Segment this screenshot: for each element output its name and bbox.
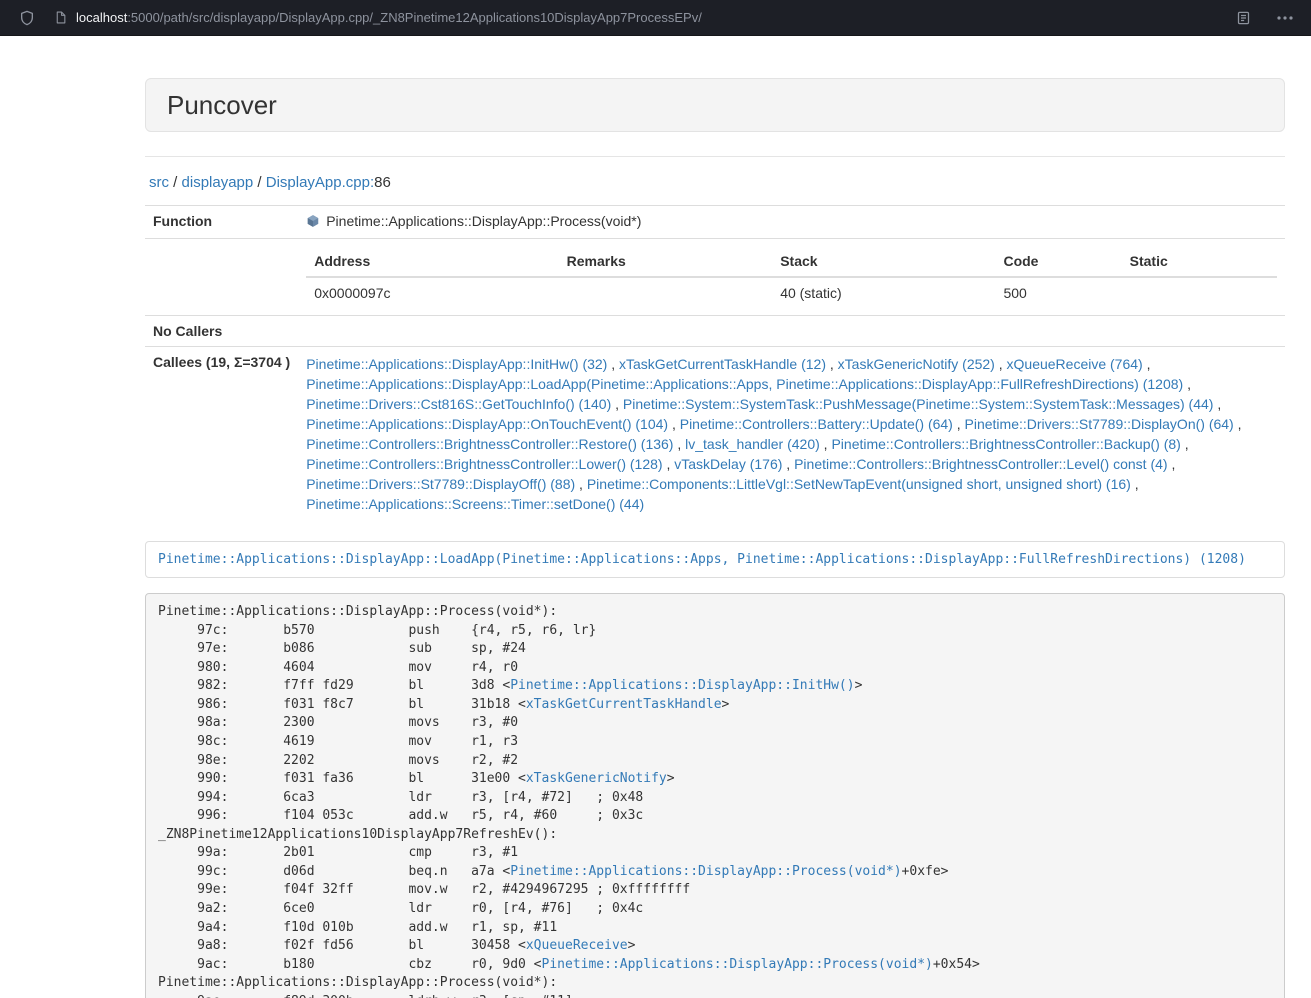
- stats-value: [559, 277, 773, 308]
- breadcrumb-separator: /: [253, 174, 266, 191]
- callee-link[interactable]: Pinetime::Drivers::Cst816S::GetTouchInfo…: [306, 396, 611, 412]
- callee-separator: ,: [1183, 376, 1191, 392]
- callee-separator: ,: [1181, 436, 1189, 452]
- function-name: Pinetime::Applications::DisplayApp::Proc…: [326, 213, 641, 229]
- breadcrumb: src / displayapp / DisplayApp.cpp:86: [149, 173, 1281, 193]
- stats-header: Static: [1122, 246, 1277, 277]
- stats-table: AddressRemarksStackCodeStatic 0x0000097c…: [306, 246, 1277, 308]
- url-host: localhost: [76, 10, 127, 25]
- stats-value: 500: [995, 277, 1121, 308]
- breadcrumb-separator: /: [169, 174, 182, 191]
- callee-separator: ,: [953, 416, 965, 432]
- url-bar[interactable]: localhost:5000/path/src/displayapp/Displ…: [76, 10, 702, 25]
- callee-separator: ,: [1213, 396, 1221, 412]
- callee-link[interactable]: Pinetime::Controllers::BrightnessControl…: [794, 456, 1167, 472]
- no-callers-label: No Callers: [145, 316, 298, 347]
- stats-value: 0x0000097c: [306, 277, 558, 308]
- breadcrumb-link[interactable]: displayapp: [182, 174, 254, 191]
- callee-link[interactable]: Pinetime::Drivers::St7789::DisplayOff() …: [306, 476, 575, 492]
- stats-value: 40 (static): [772, 277, 995, 308]
- callees-list: Pinetime::Applications::DisplayApp::Init…: [298, 347, 1285, 522]
- code-symbol-link[interactable]: Pinetime::Applications::DisplayApp::Proc…: [510, 864, 901, 879]
- callee-separator: ,: [782, 456, 794, 472]
- callee-link[interactable]: Pinetime::Controllers::BrightnessControl…: [306, 456, 662, 472]
- callee-separator: ,: [820, 436, 832, 452]
- callee-link[interactable]: Pinetime::Controllers::Battery::Update()…: [680, 416, 953, 432]
- shield-icon[interactable]: [14, 5, 40, 31]
- callees-label: Callees (19, Σ=3704 ): [145, 347, 298, 522]
- stats-header: Remarks: [559, 246, 773, 277]
- callee-separator: ,: [611, 396, 623, 412]
- code-symbol-link[interactable]: xTaskGenericNotify: [526, 771, 667, 786]
- callee-link[interactable]: Pinetime::System::SystemTask::PushMessag…: [623, 396, 1214, 412]
- disassembly-code: Pinetime::Applications::DisplayApp::Proc…: [145, 593, 1285, 998]
- page-title: Puncover: [167, 92, 1263, 118]
- callee-link[interactable]: xTaskGetCurrentTaskHandle (12): [619, 356, 826, 372]
- callee-link[interactable]: lv_task_handler (420): [685, 436, 820, 452]
- stats-header: Address: [306, 246, 558, 277]
- highlight-panel: Pinetime::Applications::DisplayApp::Load…: [145, 541, 1285, 578]
- callee-link[interactable]: Pinetime::Controllers::BrightnessControl…: [306, 436, 673, 452]
- callee-link[interactable]: Pinetime::Components::LittleVgl::SetNewT…: [587, 476, 1131, 492]
- function-row: Function Pinetime::Applications::Display…: [145, 206, 1285, 239]
- callee-separator: ,: [575, 476, 587, 492]
- callee-separator: ,: [1131, 476, 1139, 492]
- callee-link[interactable]: Pinetime::Drivers::St7789::DisplayOn() (…: [965, 416, 1234, 432]
- page-info-icon[interactable]: [54, 10, 67, 25]
- callee-separator: ,: [673, 436, 685, 452]
- callee-separator: ,: [663, 456, 675, 472]
- callee-link[interactable]: xTaskGenericNotify (252): [838, 356, 995, 372]
- callee-separator: ,: [668, 416, 680, 432]
- reader-mode-icon[interactable]: [1236, 10, 1251, 26]
- callee-link[interactable]: Pinetime::Applications::Screens::Timer::…: [306, 496, 644, 512]
- main-content: Puncover src / displayapp / DisplayApp.c…: [145, 36, 1285, 998]
- code-symbol-link[interactable]: xTaskGetCurrentTaskHandle: [526, 697, 722, 712]
- callee-link[interactable]: Pinetime::Controllers::BrightnessControl…: [831, 436, 1180, 452]
- callee-link[interactable]: Pinetime::Applications::DisplayApp::Init…: [306, 356, 607, 372]
- stats-header: Stack: [772, 246, 995, 277]
- browser-chrome: localhost:5000/path/src/displayapp/Displ…: [0, 0, 1311, 36]
- no-callers-row: No Callers: [145, 316, 1285, 347]
- breadcrumb-link[interactable]: DisplayApp.cpp:: [266, 174, 374, 191]
- url-path: :5000/path/src/displayapp/DisplayApp.cpp…: [127, 10, 702, 25]
- callee-separator: ,: [995, 356, 1007, 372]
- code-symbol-link[interactable]: xQueueReceive: [526, 938, 628, 953]
- breadcrumb-link[interactable]: src: [149, 174, 169, 191]
- callee-separator: ,: [607, 356, 619, 372]
- callee-separator: ,: [1168, 456, 1176, 472]
- stats-header: Code: [995, 246, 1121, 277]
- stats-value: [1122, 277, 1277, 308]
- divider: [145, 156, 1285, 157]
- app-header: Puncover: [145, 78, 1285, 132]
- symbol-table: Function Pinetime::Applications::Display…: [145, 205, 1285, 521]
- stats-row: AddressRemarksStackCodeStatic 0x0000097c…: [145, 239, 1285, 316]
- function-type-icon: [306, 214, 320, 231]
- callee-link[interactable]: vTaskDelay (176): [674, 456, 782, 472]
- highlighted-callee-link[interactable]: Pinetime::Applications::DisplayApp::Load…: [158, 552, 1246, 567]
- code-symbol-link[interactable]: Pinetime::Applications::DisplayApp::Proc…: [542, 957, 933, 972]
- menu-icon[interactable]: [1277, 16, 1293, 20]
- function-label: Function: [145, 206, 298, 239]
- callee-separator: ,: [1234, 416, 1242, 432]
- callee-separator: ,: [1143, 356, 1151, 372]
- code-symbol-link[interactable]: Pinetime::Applications::DisplayApp::Init…: [510, 678, 854, 693]
- callee-link[interactable]: xQueueReceive (764): [1007, 356, 1143, 372]
- callees-row: Callees (19, Σ=3704 ) Pinetime::Applicat…: [145, 347, 1285, 522]
- callee-separator: ,: [826, 356, 838, 372]
- breadcrumb-line-number: 86: [374, 174, 391, 191]
- callee-link[interactable]: Pinetime::Applications::DisplayApp::OnTo…: [306, 416, 668, 432]
- callee-link[interactable]: Pinetime::Applications::DisplayApp::Load…: [306, 376, 1183, 392]
